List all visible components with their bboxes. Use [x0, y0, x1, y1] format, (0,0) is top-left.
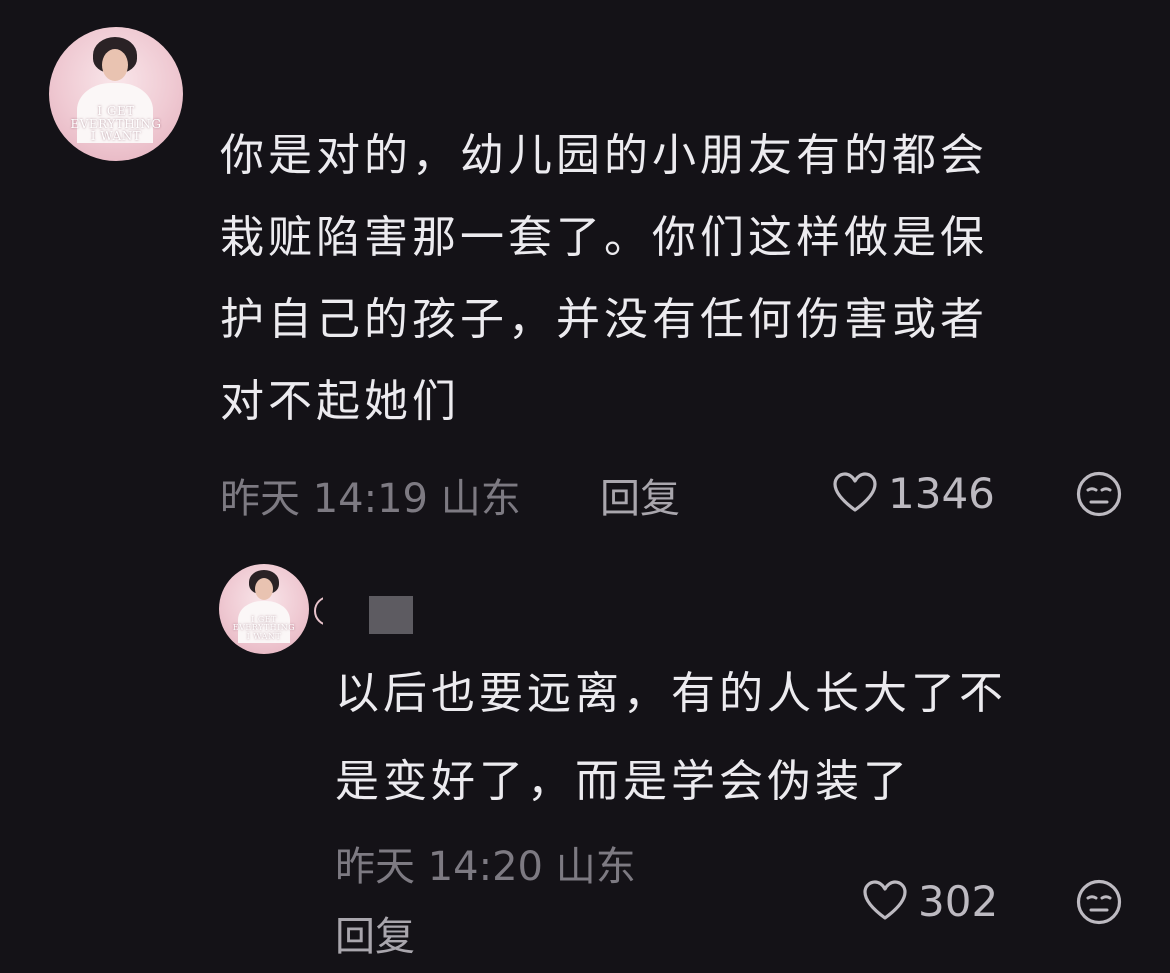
avatar-face	[255, 578, 273, 600]
reply-line: 以后也要远离，有的人长大了不	[335, 668, 1007, 719]
comment-line: 你是对的，幼儿园的小朋友有的都会	[220, 130, 988, 181]
avatar-caption: I GET EVERYTHING I WANT	[219, 615, 309, 641]
reply-timestamp: 昨天 14:20 山东	[335, 844, 636, 890]
reply-reply-button[interactable]: 回复	[335, 904, 415, 962]
reply-like-button[interactable]: 302	[862, 876, 998, 926]
comment-line: 对不起她们	[220, 376, 460, 427]
avatar-caption: I GET EVERYTHING I WANT	[49, 105, 183, 143]
replier-avatar[interactable]: I GET EVERYTHING I WANT	[219, 564, 309, 654]
comment-timestamp: 昨天 14:19 山东	[220, 476, 521, 522]
comment-reply-button[interactable]: 回复	[600, 466, 680, 524]
unamused-face-icon	[1076, 879, 1122, 925]
comment-like-count: 1346	[888, 468, 995, 518]
reply-line: 是变好了，而是学会伪装了	[335, 756, 911, 807]
avatar-face	[102, 49, 128, 81]
heart-outline-icon	[833, 472, 877, 512]
comment-line: 护自己的孩子，并没有任何伤害或者	[220, 294, 988, 345]
avatar-caption-line: I GET	[97, 104, 135, 118]
comment-like-button[interactable]: 1346	[832, 468, 995, 518]
comment-line: 栽赃陷害那一套了。你们这样做是保	[220, 212, 988, 263]
heart-outline-icon	[863, 880, 907, 920]
commenter-avatar[interactable]: I GET EVERYTHING I WANT	[49, 27, 183, 161]
reply-dislike-button[interactable]	[1075, 878, 1123, 926]
reply-like-count: 302	[918, 876, 999, 926]
replier-name-redacted[interactable]	[369, 596, 413, 634]
avatar-caption-line: I WANT	[246, 631, 282, 641]
unamused-face-icon	[1076, 471, 1122, 517]
badge-ring-icon	[314, 596, 323, 626]
comment-dislike-button[interactable]	[1075, 470, 1123, 518]
comment-body[interactable]: 你是对的，幼儿园的小朋友有的都会 栽赃陷害那一套了。你们这样做是保 护自己的孩子…	[220, 115, 988, 443]
avatar-caption-line: I WANT	[90, 129, 142, 144]
reply-body[interactable]: 以后也要远离，有的人长大了不 是变好了，而是学会伪装了	[335, 650, 1007, 826]
